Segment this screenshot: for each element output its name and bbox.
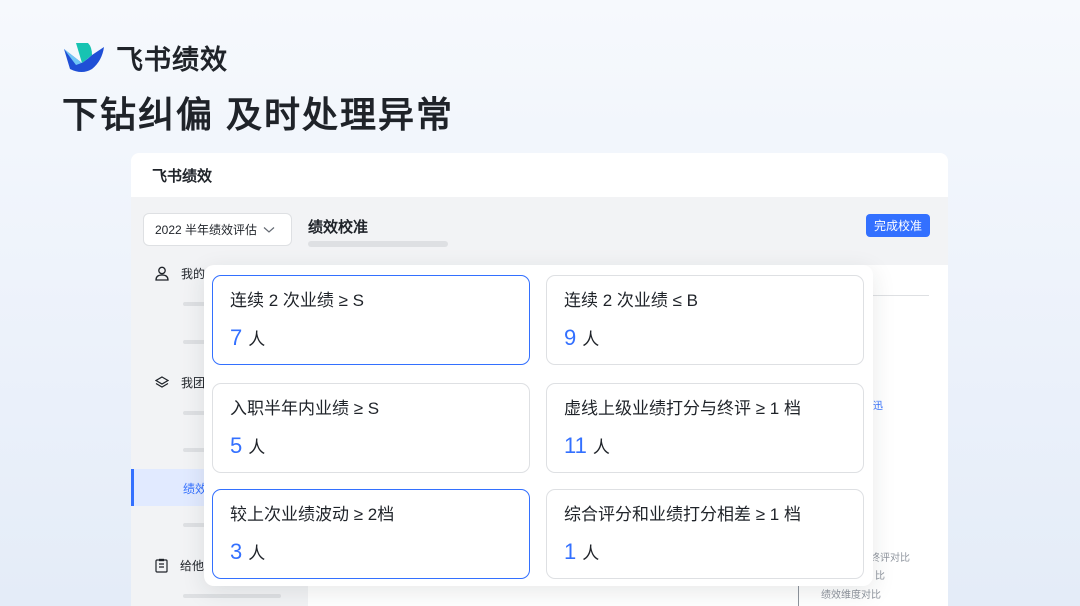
right-panel-text: 比 (875, 571, 885, 582)
card-count: 3 (230, 539, 243, 564)
section-title: 绩效校准 (308, 219, 369, 236)
anomaly-card[interactable]: 入职半年内业绩 ≥ S 5人 (212, 383, 530, 473)
anomaly-card[interactable]: 较上次业绩波动 ≥ 2档 3人 (212, 489, 530, 579)
card-title: 连续 2 次业绩 ≥ S (230, 291, 365, 310)
brand-name: 飞书绩效 (116, 45, 228, 75)
anomaly-card[interactable]: 连续 2 次业绩 ≤ B 9人 (546, 275, 864, 365)
card-unit: 人 (248, 544, 266, 563)
card-title: 综合评分和业绩打分相差 ≥ 1 档 (564, 505, 801, 524)
chevron-down-icon (263, 226, 275, 233)
sidebar-item-give[interactable]: 给他 (155, 557, 204, 574)
card-count: 5 (230, 433, 243, 458)
sidebar-item-team[interactable]: 我团 (155, 374, 205, 391)
card-unit: 人 (248, 330, 266, 349)
anomaly-card[interactable]: 虚线上级业绩打分与终评 ≥ 1 档 11 人 (546, 383, 864, 473)
card-title: 虚线上级业绩打分与终评 ≥ 1 档 (564, 399, 801, 418)
card-value: 7人 (230, 326, 529, 350)
anomaly-card[interactable]: 连续 2 次业绩 ≥ S 7人 (212, 275, 530, 365)
card-value: 11 人 (564, 434, 863, 458)
period-select[interactable]: 2022 半年绩效评估 (143, 213, 292, 246)
card-unit: 人 (582, 544, 600, 563)
app-header: 飞书绩效 (131, 153, 948, 197)
anomaly-card[interactable]: 综合评分和业绩打分相差 ≥ 1 档 1人 (546, 489, 864, 579)
user-icon (155, 266, 169, 281)
app-title: 飞书绩效 (152, 167, 213, 185)
title-placeholder-bar (308, 241, 448, 247)
card-count: 11 (564, 433, 587, 458)
active-indicator (131, 469, 134, 506)
card-value: 5人 (230, 434, 529, 458)
headline: 下钻纠偏 及时处理异常 (62, 94, 455, 135)
sidebar-item-label: 给他 (180, 559, 205, 573)
right-panel-text: 终评对比 (870, 553, 910, 564)
card-value: 3人 (230, 540, 529, 564)
card-unit: 人 (592, 438, 610, 457)
card-value: 9人 (564, 326, 863, 350)
card-count: 7 (230, 325, 243, 350)
card-unit: 人 (582, 330, 600, 349)
sidebar-item-label: 我团 (181, 376, 206, 390)
right-panel-link[interactable]: 迅 (873, 397, 883, 412)
card-title: 较上次业绩波动 ≥ 2档 (230, 505, 395, 524)
layers-icon (155, 375, 169, 388)
complete-calibration-button[interactable]: 完成校准 (865, 214, 930, 237)
feishu-bird-logo-icon (64, 42, 104, 72)
card-title: 连续 2 次业绩 ≤ B (564, 291, 699, 310)
sidebar-item-label: 我的 (181, 267, 206, 281)
card-unit: 人 (248, 438, 266, 457)
sidebar-item-mine[interactable]: 我的 (155, 265, 205, 282)
right-panel-text: 绩效维度对比 (821, 590, 881, 601)
card-title: 入职半年内业绩 ≥ S (230, 399, 380, 418)
anomaly-cards-overlay: 连续 2 次业绩 ≥ S 7人 连续 2 次业绩 ≤ B 9人 入职半年内业绩 … (204, 265, 873, 586)
clipboard-icon (155, 558, 168, 573)
period-select-value: 2022 半年绩效评估 (155, 223, 258, 237)
card-count: 9 (564, 325, 577, 350)
right-panel-line (798, 585, 799, 606)
card-value: 1人 (564, 540, 863, 564)
sidebar-placeholder (183, 594, 281, 598)
card-count: 1 (564, 539, 577, 564)
brand: 飞书绩效 (62, 38, 228, 77)
